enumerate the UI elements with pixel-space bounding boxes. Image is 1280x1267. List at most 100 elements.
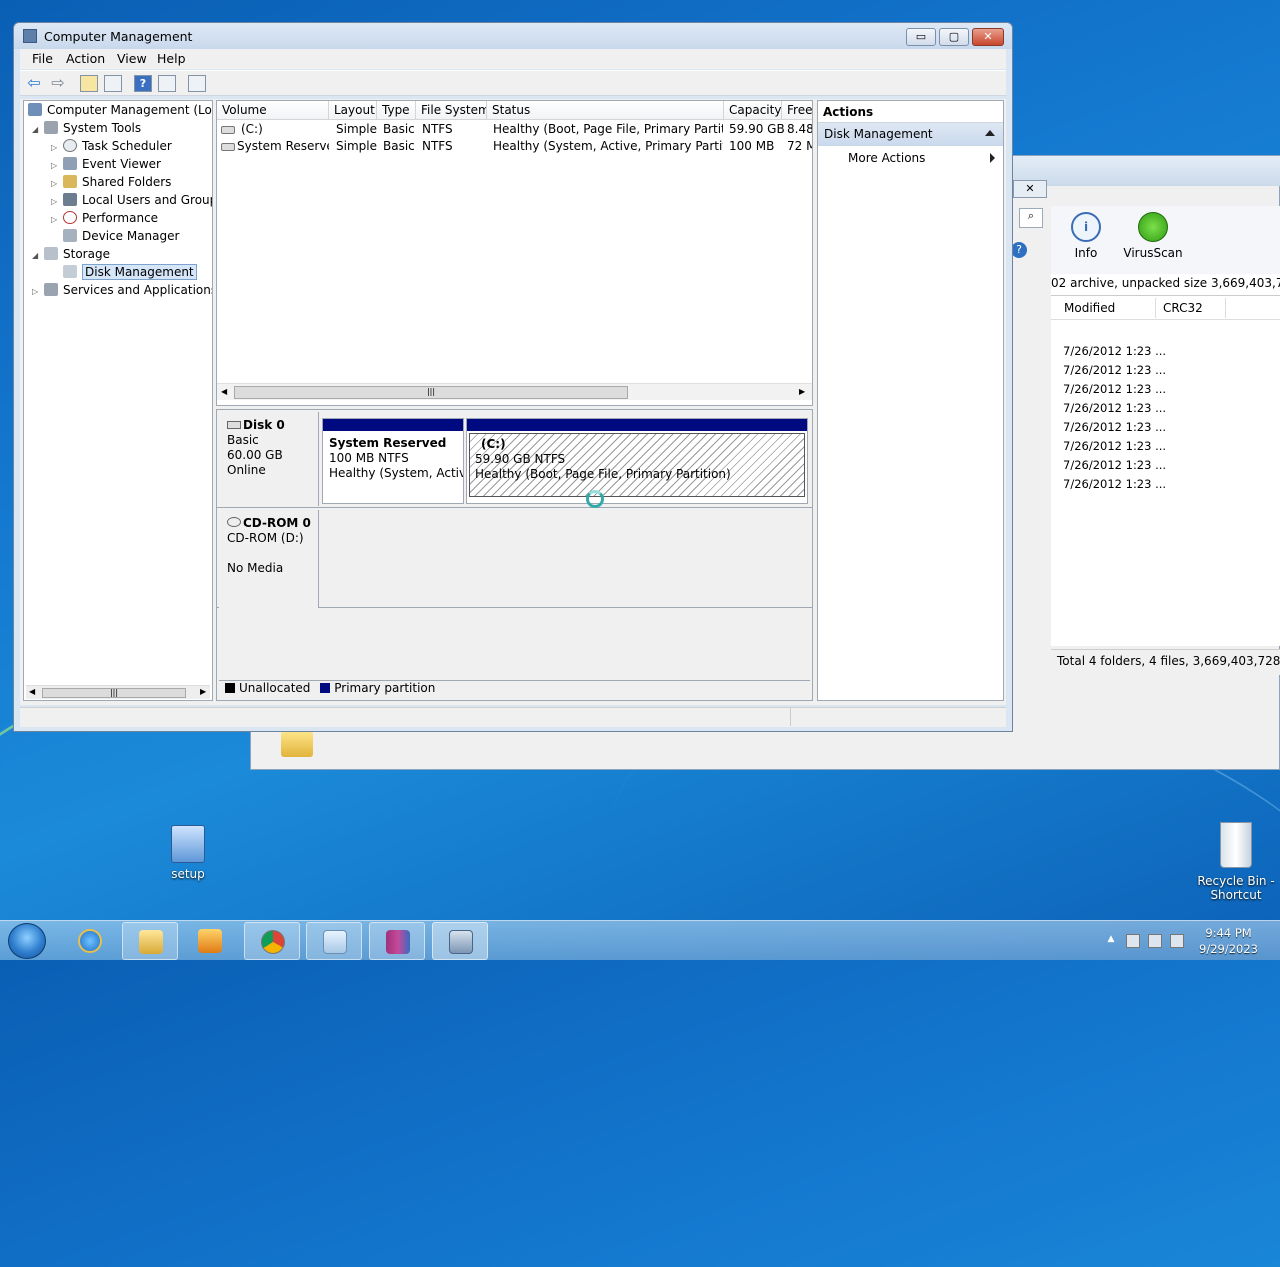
tree-horizontal-scrollbar[interactable]: ◀ ||| ▶ [26, 685, 210, 699]
tree-shared-folders[interactable]: ▷ Shared Folders [51, 174, 171, 191]
menu-file[interactable]: File [32, 51, 53, 66]
folder-icon [139, 930, 163, 954]
column-volume[interactable]: Volume [217, 101, 329, 120]
computer-management-icon [28, 103, 42, 116]
more-actions-item[interactable]: More Actions [818, 146, 1003, 168]
expand-icon[interactable]: ▷ [51, 175, 63, 192]
expand-icon[interactable]: ▷ [51, 211, 63, 228]
list-item[interactable]: 7/26/2012 1:23 ... [1063, 420, 1166, 434]
tree-disk-management[interactable]: Disk Management [63, 264, 197, 281]
collapse-caret-icon[interactable] [985, 130, 995, 136]
list-item[interactable]: 7/26/2012 1:23 ... [1063, 344, 1166, 358]
menu-action[interactable]: Action [66, 51, 105, 66]
taskbar-computer-management[interactable] [432, 922, 488, 960]
scrollbar-thumb[interactable]: ||| [234, 386, 628, 399]
column-free[interactable]: Free [782, 101, 812, 120]
taskbar-internet-explorer[interactable] [62, 922, 118, 960]
tree-services-applications[interactable]: ▷ Services and Applications [32, 282, 212, 300]
column-crc32[interactable]: CRC32 [1163, 301, 1203, 315]
primary-partition-bar [323, 419, 463, 431]
expand-icon[interactable]: ▷ [51, 157, 63, 174]
maximize-button[interactable]: ▢ [939, 28, 969, 46]
scroll-left-icon[interactable]: ◀ [221, 387, 227, 396]
list-item[interactable]: 7/26/2012 1:23 ... [1063, 382, 1166, 396]
clock[interactable]: 9:44 PM 9/29/2023 [1199, 925, 1258, 957]
expand-icon[interactable]: ▷ [51, 193, 63, 210]
minimize-button[interactable]: ▭ [906, 28, 936, 46]
back-arrow-icon[interactable]: ⇦ [25, 75, 43, 92]
column-file-system[interactable]: File System [416, 101, 487, 120]
list-item[interactable]: 7/26/2012 1:23 ... [1063, 439, 1166, 453]
cell-capacity: 59.90 GB [729, 122, 785, 136]
expand-icon[interactable]: ▷ [32, 283, 44, 300]
partition-status: Healthy (Boot, Page File, Primary Partit… [475, 467, 731, 481]
show-hidden-icons-icon[interactable]: ▲ [1104, 934, 1118, 948]
menu-help[interactable]: Help [157, 51, 186, 66]
column-type[interactable]: Type [377, 101, 416, 120]
disk-graphical-view[interactable]: Disk 0 Basic 60.00 GB Online System Rese… [216, 409, 813, 701]
tree-performance[interactable]: ▷ Performance [51, 210, 158, 227]
search-icon[interactable]: ⌕ [1019, 208, 1043, 228]
start-button[interactable] [8, 923, 46, 959]
partition-system-reserved[interactable]: System Reserved 100 MB NTFS Healthy (Sys… [322, 418, 464, 504]
taskbar-winrar[interactable] [369, 922, 425, 960]
forward-arrow-icon[interactable]: ⇨ [49, 75, 67, 92]
properties-icon[interactable] [188, 75, 206, 92]
taskbar-windows-explorer[interactable] [122, 922, 178, 960]
scroll-right-icon[interactable]: ▶ [200, 687, 206, 696]
scroll-left-icon[interactable]: ◀ [29, 687, 35, 696]
taskbar-media-player[interactable] [182, 922, 238, 960]
info-button[interactable]: i Info [1056, 212, 1116, 260]
column-layout[interactable]: Layout [329, 101, 377, 120]
taskbar-notepad[interactable] [306, 922, 362, 960]
scrollbar-thumb[interactable]: ||| [42, 688, 186, 698]
help-icon[interactable]: ? [134, 75, 152, 92]
tree-local-users-groups[interactable]: ▷ Local Users and Groups [51, 192, 212, 210]
network-icon[interactable] [1148, 934, 1162, 948]
archive-close-button[interactable]: ✕ [1013, 180, 1047, 198]
console-tree[interactable]: Computer Management (Local ◢ System Tools… [23, 100, 213, 701]
list-item[interactable]: 7/26/2012 1:23 ... [1063, 477, 1166, 491]
volume-icon[interactable] [1170, 934, 1184, 948]
taskbar-chrome[interactable] [244, 922, 300, 960]
virusscan-button[interactable]: VirusScan [1123, 212, 1183, 260]
archive-file-list[interactable]: Modified CRC32 7/26/2012 1:23 ... 7/26/20… [1051, 296, 1280, 646]
list-item[interactable]: 7/26/2012 1:23 ... [1063, 401, 1166, 415]
list-item[interactable]: 7/26/2012 1:23 ... [1063, 363, 1166, 377]
legend-unallocated-swatch [225, 683, 235, 693]
archive-window-titlebar[interactable] [1011, 156, 1280, 186]
list-item[interactable]: 7/26/2012 1:23 ... [1063, 458, 1166, 472]
tree-event-viewer[interactable]: ▷ Event Viewer [51, 156, 161, 173]
partition-name: System Reserved [329, 436, 447, 450]
menu-view[interactable]: View [117, 51, 147, 66]
help-icon[interactable]: ? [1011, 242, 1027, 258]
tree-root[interactable]: Computer Management (Local [28, 102, 212, 119]
tree-system-tools[interactable]: ◢ System Tools [32, 120, 141, 137]
partition-c-drive[interactable]: (C:) 59.90 GB NTFS Healthy (Boot, Page F… [466, 418, 808, 504]
column-status[interactable]: Status [487, 101, 724, 120]
computer-management-window[interactable]: Computer Management ▭ ▢ ✕ File Action Vi… [13, 22, 1013, 732]
show-hide-tree-icon[interactable] [104, 75, 122, 92]
desktop-icon-setup[interactable]: setup [160, 825, 216, 881]
actions-section-disk-management[interactable]: Disk Management [818, 123, 1003, 146]
collapse-icon[interactable]: ◢ [32, 247, 44, 264]
tree-device-manager[interactable]: Device Manager [63, 228, 179, 245]
tree-task-scheduler[interactable]: ▷ Task Scheduler [51, 138, 172, 155]
cdrom0-label[interactable]: CD-ROM 0 CD-ROM (D:) No Media [219, 510, 319, 608]
disk0-label[interactable]: Disk 0 Basic 60.00 GB Online [219, 412, 319, 506]
scroll-right-icon[interactable]: ▶ [799, 387, 805, 396]
show-hide-action-pane-icon[interactable] [158, 75, 176, 92]
collapse-icon[interactable]: ◢ [32, 121, 44, 138]
action-center-icon[interactable] [1126, 934, 1140, 948]
titlebar[interactable]: Computer Management ▭ ▢ ✕ [14, 23, 1012, 49]
close-button[interactable]: ✕ [972, 28, 1004, 46]
up-folder-icon[interactable] [80, 75, 98, 92]
tree-storage[interactable]: ◢ Storage [32, 246, 110, 263]
expand-icon[interactable]: ▷ [51, 139, 63, 156]
volume-horizontal-scrollbar[interactable]: ◀ ||| ▶ [217, 383, 812, 400]
volume-list[interactable]: Volume Layout Type File System Status Ca… [216, 100, 813, 406]
desktop-icon-recycle-bin[interactable]: Recycle Bin - Shortcut [1196, 822, 1276, 902]
column-capacity[interactable]: Capacity [724, 101, 782, 120]
media-player-icon [198, 929, 222, 953]
column-modified[interactable]: Modified [1064, 301, 1115, 315]
